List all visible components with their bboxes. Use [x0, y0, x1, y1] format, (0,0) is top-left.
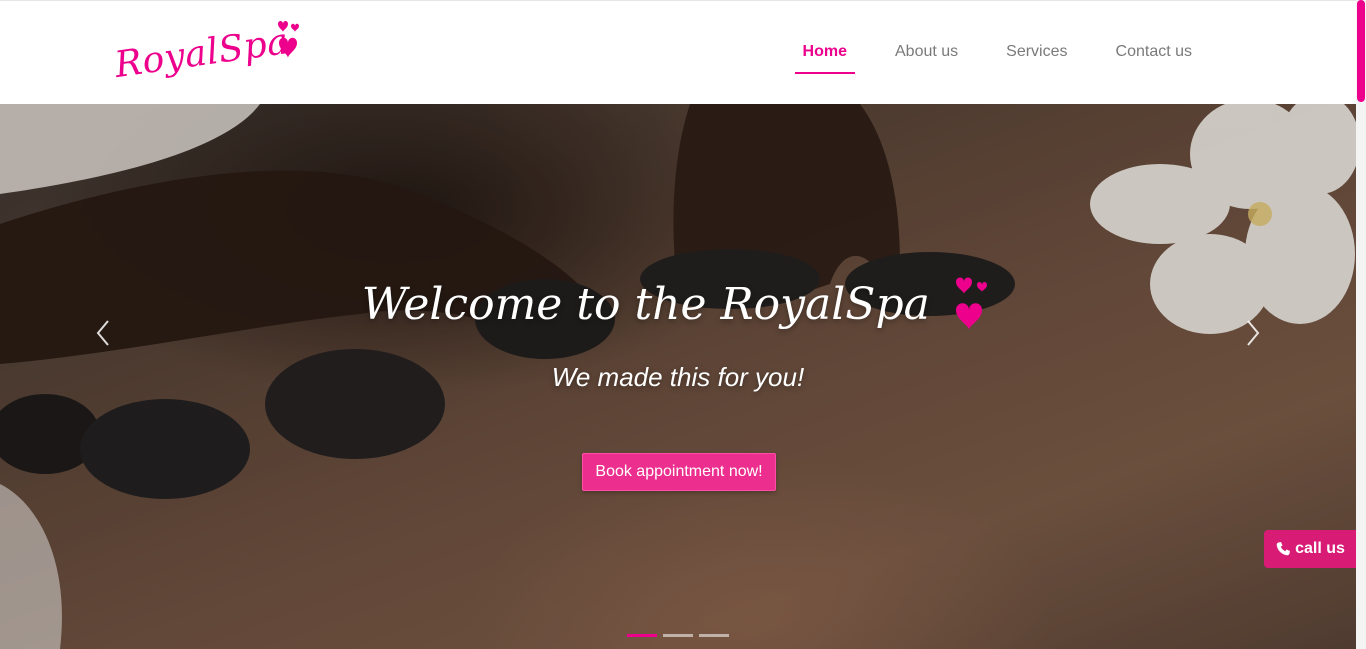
- call-us-button[interactable]: call us: [1264, 530, 1356, 568]
- page-scrollbar[interactable]: [1356, 0, 1366, 649]
- phone-icon: [1276, 542, 1291, 556]
- chevron-right-icon[interactable]: [1242, 318, 1266, 348]
- main-nav: Home About us Services Contact us: [779, 41, 1216, 74]
- hearts-icon: [278, 21, 299, 58]
- hero-title: Welcome to the RoyalSpa: [361, 278, 930, 330]
- carousel-indicator-2[interactable]: [663, 634, 693, 637]
- hero-heading: Welcome to the RoyalSpa: [0, 274, 1356, 334]
- call-us-label: call us: [1295, 540, 1345, 557]
- carousel-indicator-1[interactable]: [627, 634, 657, 637]
- carousel-indicator-3[interactable]: [699, 634, 729, 637]
- brand-name: RoyalSpa: [112, 21, 292, 87]
- nav-item-contact-us[interactable]: Contact us: [1092, 41, 1216, 63]
- site-header: RoyalSpa Home About us Services Contact …: [0, 0, 1356, 104]
- hero-subtitle: We made this for you!: [551, 362, 805, 392]
- carousel-indicators: [627, 634, 729, 637]
- nav-item-services[interactable]: Services: [982, 41, 1091, 63]
- hero-carousel: Welcome to the RoyalSpa We made this for…: [0, 104, 1356, 649]
- hearts-icon: [956, 277, 988, 330]
- nav-item-about-us[interactable]: About us: [871, 41, 982, 63]
- book-appointment-button[interactable]: Book appointment now!: [582, 453, 776, 491]
- brand-logo[interactable]: RoyalSpa: [112, 19, 318, 91]
- scrollbar-thumb[interactable]: [1357, 0, 1365, 102]
- chevron-left-icon[interactable]: [92, 318, 116, 348]
- nav-item-home[interactable]: Home: [779, 41, 871, 74]
